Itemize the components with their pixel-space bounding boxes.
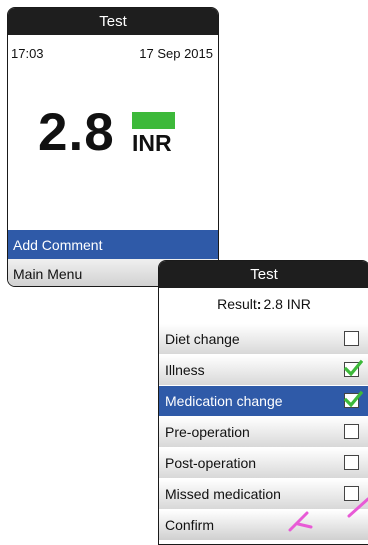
option-label: Illness bbox=[165, 362, 205, 378]
option-label: Medication change bbox=[165, 393, 283, 409]
checkbox-checked[interactable] bbox=[343, 359, 363, 377]
option-illness[interactable]: Illness bbox=[159, 355, 368, 386]
checkmark-icon bbox=[343, 390, 363, 408]
checkmark-icon bbox=[343, 359, 363, 377]
option-label: Post-operation bbox=[165, 455, 257, 471]
option-label: Missed medication bbox=[165, 486, 281, 502]
result-label: Result bbox=[217, 295, 257, 312]
comment-screen: Test Result: 2.8 INR Diet change Illness… bbox=[158, 260, 368, 545]
result-summary: Result: 2.8 INR bbox=[159, 288, 368, 319]
result-unit: INR bbox=[132, 130, 172, 156]
checkbox-unchecked[interactable] bbox=[344, 455, 359, 470]
option-pre-operation[interactable]: Pre-operation bbox=[159, 417, 368, 448]
time-display: 17:03 bbox=[11, 46, 44, 61]
screen-title: Test bbox=[159, 261, 368, 288]
checkbox-unchecked[interactable] bbox=[344, 331, 359, 346]
range-indicator-bar bbox=[132, 112, 175, 129]
option-missed-medication[interactable]: Missed medication bbox=[159, 479, 368, 510]
result-separator: : bbox=[256, 295, 262, 312]
screen-title-text: Test bbox=[99, 13, 127, 30]
option-medication-change[interactable]: Medication change bbox=[159, 386, 368, 417]
option-label: Pre-operation bbox=[165, 424, 250, 440]
comment-options-list: Diet change Illness Medication change Pr… bbox=[159, 324, 368, 541]
add-comment-menu-item[interactable]: Add Comment bbox=[8, 230, 218, 259]
option-label: Diet change bbox=[165, 331, 240, 347]
checkbox-checked[interactable] bbox=[343, 390, 363, 408]
screen-title-text: Test bbox=[250, 266, 278, 283]
result-value: 2.8 bbox=[38, 103, 115, 162]
result-summary-value: 2.8 INR bbox=[263, 295, 311, 312]
option-diet-change[interactable]: Diet change bbox=[159, 324, 368, 355]
option-post-operation[interactable]: Post-operation bbox=[159, 448, 368, 479]
checkbox-unchecked[interactable] bbox=[344, 486, 359, 501]
confirm-button[interactable]: Confirm bbox=[159, 510, 368, 541]
screen-title: Test bbox=[8, 8, 218, 35]
checkbox-unchecked[interactable] bbox=[344, 424, 359, 439]
add-comment-label: Add Comment bbox=[13, 236, 103, 253]
confirm-label: Confirm bbox=[165, 517, 215, 533]
test-result-screen: Test 17:03 17 Sep 2015 2.8 INR Add Comme… bbox=[7, 7, 219, 287]
date-display: 17 Sep 2015 bbox=[139, 46, 213, 61]
main-menu-label: Main Menu bbox=[13, 265, 83, 282]
